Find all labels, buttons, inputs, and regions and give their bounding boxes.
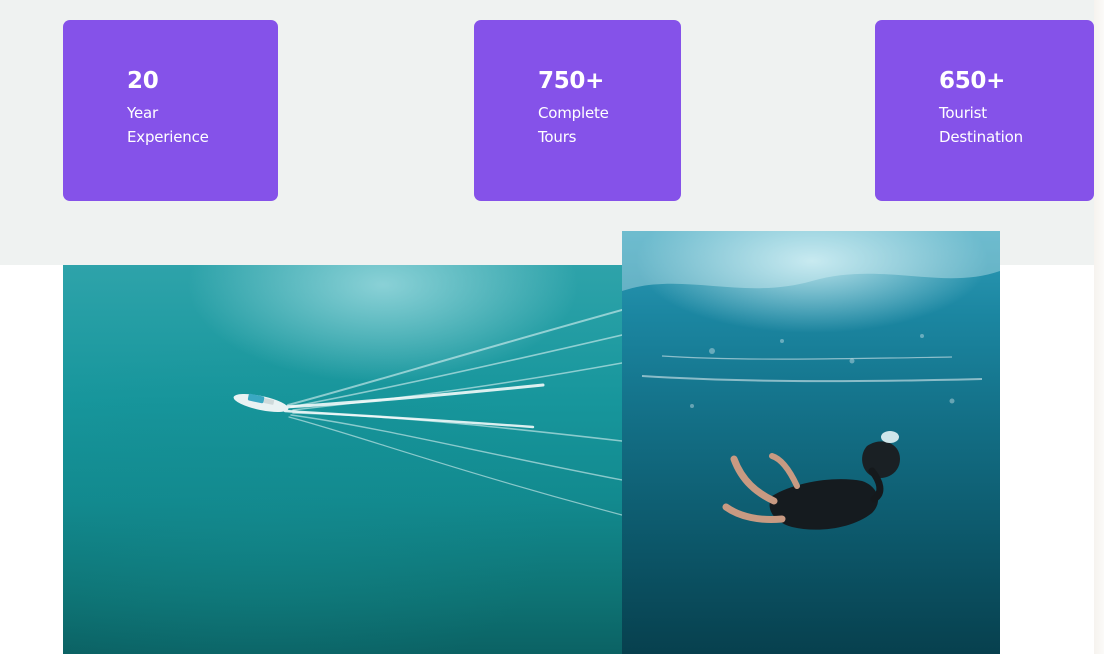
aerial-boat-photo (63, 265, 622, 654)
underwater-scene-illustration (622, 231, 1000, 530)
stat-number: 20 (127, 68, 159, 94)
diver-figure (722, 431, 900, 530)
boat-wake-illustration (233, 309, 622, 516)
right-edge-strip (1094, 0, 1104, 654)
page: 20 Year Experience 750+ Complete Tours 6… (0, 0, 1104, 654)
underwater-diver-photo (622, 231, 1000, 654)
stat-card-tours: 750+ Complete Tours (474, 20, 681, 201)
stat-number: 750+ (538, 68, 605, 94)
stat-label: Year Experience (127, 104, 209, 146)
stat-card-destinations: 650+ Tourist Destination (875, 20, 1094, 201)
boat-icon (233, 393, 289, 412)
stat-label: Complete Tours (538, 104, 609, 146)
stat-label: Tourist Destination (939, 104, 1023, 146)
stat-card-experience: 20 Year Experience (63, 20, 278, 201)
stat-number: 650+ (939, 68, 1006, 94)
